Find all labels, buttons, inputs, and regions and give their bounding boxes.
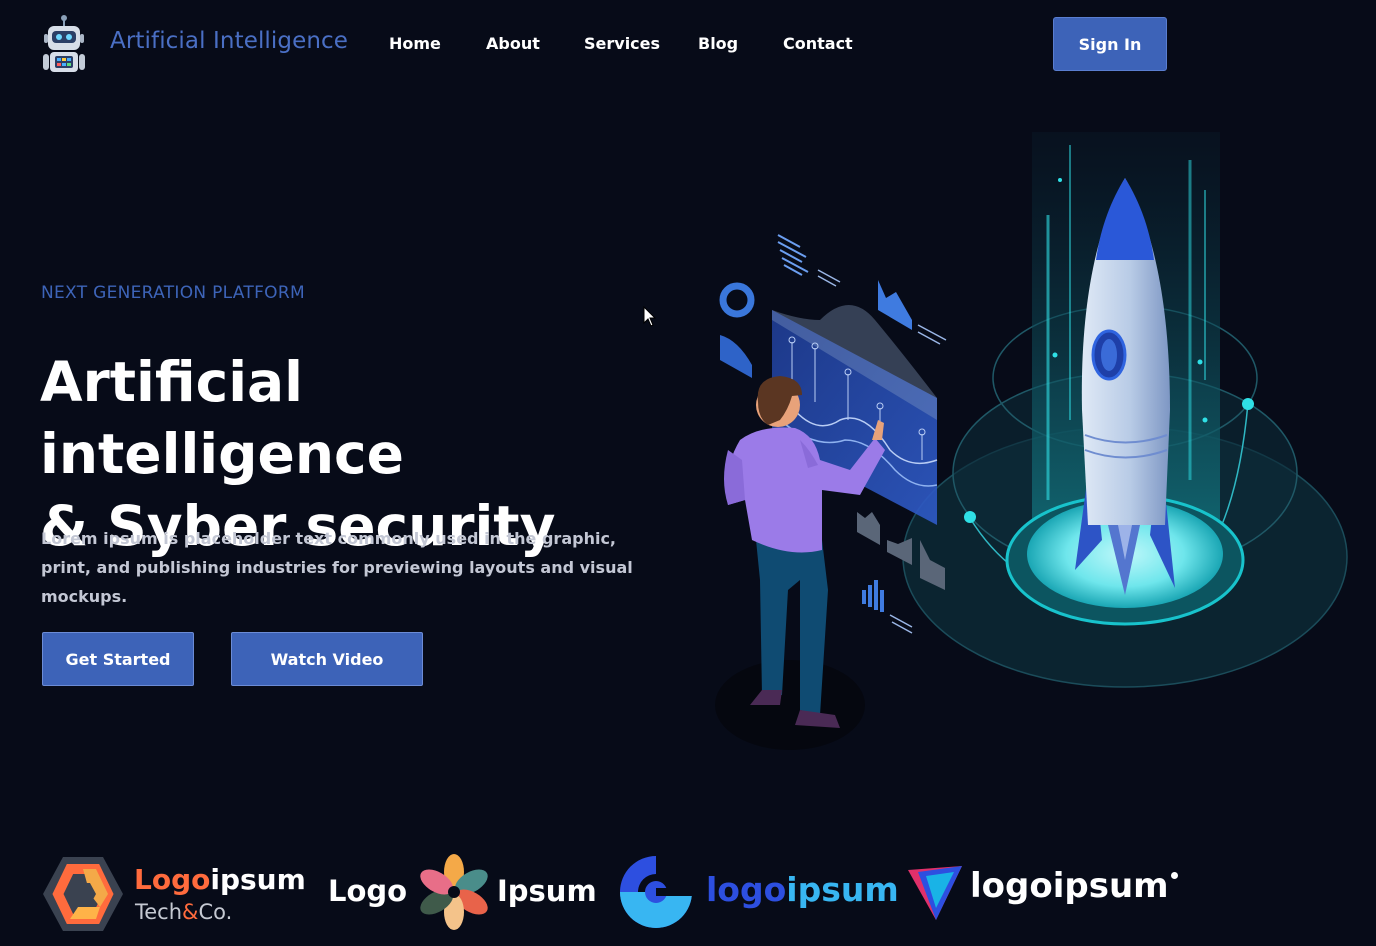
logo3-word2: ipsum bbox=[786, 870, 899, 909]
partner-logo-3[interactable]: logoipsum bbox=[618, 850, 899, 934]
swirl-logo-icon bbox=[620, 856, 694, 928]
brand-name[interactable]: Artificial Intelligence bbox=[110, 28, 348, 54]
nav-home[interactable]: Home bbox=[389, 34, 441, 53]
nav-services[interactable]: Services bbox=[584, 34, 660, 53]
logo2-word2: Ipsum bbox=[497, 874, 597, 908]
orbit-node-left bbox=[964, 511, 976, 523]
logo1-word1: Logo bbox=[134, 863, 211, 896]
hero-kicker: NEXT GENERATION PLATFORM bbox=[41, 283, 305, 303]
get-started-button[interactable]: Get Started bbox=[42, 632, 194, 686]
mouse-pointer-icon bbox=[643, 306, 657, 327]
flower-logo-icon bbox=[420, 854, 488, 930]
logo4-dot bbox=[1170, 872, 1178, 879]
logo1-sub1: Tech bbox=[135, 900, 183, 924]
sign-in-button[interactable]: Sign In bbox=[1053, 17, 1167, 71]
logo2-word1: Logo bbox=[328, 874, 408, 908]
partner-logo-2[interactable]: Logo Ipsum bbox=[328, 850, 597, 934]
logo1-sub2: Co. bbox=[198, 900, 233, 924]
hero-description: Lorem ipsum is placeholder text commonly… bbox=[41, 529, 633, 606]
triangle-logo-icon bbox=[908, 866, 962, 920]
hero-title-line-1: Artificial intelligence bbox=[40, 350, 404, 486]
logo1-amp: & bbox=[182, 900, 199, 924]
nav-contact[interactable]: Contact bbox=[783, 34, 853, 53]
partner-logo-4[interactable]: logoipsum bbox=[906, 850, 1178, 934]
robot-icon[interactable] bbox=[40, 14, 88, 74]
logo3-word1: logo bbox=[706, 870, 787, 909]
orbit-node-right bbox=[1242, 398, 1254, 410]
hero-illustration bbox=[715, 132, 1348, 750]
nav-blog[interactable]: Blog bbox=[698, 34, 738, 53]
nav-about[interactable]: About bbox=[486, 34, 540, 53]
logo1-word2: ipsum bbox=[210, 863, 306, 896]
watch-video-button[interactable]: Watch Video bbox=[231, 632, 423, 686]
partner-logo-1[interactable]: Logoipsum Tech&Co. bbox=[42, 850, 307, 934]
hexagon-logo-icon bbox=[43, 857, 123, 931]
landing-page: Artificial Intelligence Home About Servi… bbox=[0, 0, 1376, 946]
logo4-text: logoipsum bbox=[970, 866, 1169, 906]
